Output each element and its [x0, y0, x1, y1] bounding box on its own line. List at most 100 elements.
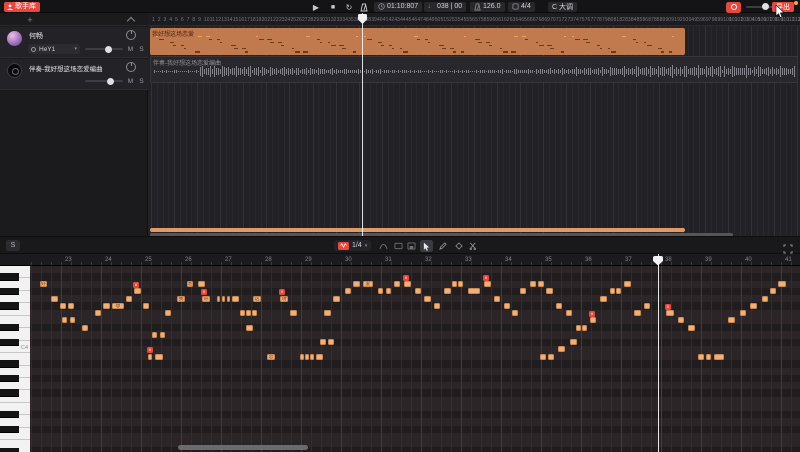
- audio-clip[interactable]: 伴奏-我好想这场恋爱编曲: [150, 56, 798, 83]
- midi-note[interactable]: 这: [253, 296, 261, 302]
- midi-note[interactable]: [600, 296, 607, 302]
- midi-note[interactable]: [548, 354, 554, 360]
- midi-note[interactable]: [227, 296, 230, 302]
- stop-button[interactable]: ■: [328, 2, 338, 12]
- solo-button[interactable]: S: [137, 76, 146, 86]
- pitch-pin-marker[interactable]: ∨: [483, 275, 489, 281]
- midi-note[interactable]: [246, 310, 251, 316]
- collapse-panel-button[interactable]: [128, 17, 135, 22]
- midi-note[interactable]: [160, 332, 165, 338]
- midi-note[interactable]: [558, 346, 565, 352]
- arrange-ruler[interactable]: 1234567891011121314151617181920212223242…: [148, 13, 800, 26]
- pitch-pin-marker[interactable]: ∨: [589, 311, 595, 317]
- midi-note[interactable]: [305, 354, 309, 360]
- time-display[interactable]: 01:10:807: [374, 2, 422, 12]
- piano-key-black[interactable]: [0, 426, 19, 433]
- midi-note[interactable]: [556, 303, 562, 309]
- midi-note[interactable]: 爱: [363, 281, 373, 287]
- midi-note[interactable]: [155, 354, 163, 360]
- midi-note[interactable]: [310, 354, 314, 360]
- midi-note[interactable]: [714, 354, 724, 360]
- arrange-area[interactable]: 1234567891011121314151617181920212223242…: [148, 13, 800, 236]
- midi-note[interactable]: [324, 310, 331, 316]
- midi-note[interactable]: [566, 310, 572, 316]
- midi-note[interactable]: [452, 281, 457, 287]
- expand-editor-button[interactable]: [783, 241, 794, 251]
- pencil-tool-button[interactable]: [436, 240, 449, 252]
- scissors-tool-button[interactable]: [466, 240, 479, 252]
- midi-note[interactable]: [51, 296, 58, 302]
- pointer-tool-button[interactable]: [420, 240, 433, 252]
- midi-note[interactable]: [328, 339, 334, 345]
- midi-note[interactable]: [444, 288, 451, 294]
- pianoroll-h-scrollbar[interactable]: [178, 445, 308, 450]
- midi-note[interactable]: [540, 354, 546, 360]
- solo-button[interactable]: S: [137, 44, 146, 54]
- midi-note[interactable]: [582, 325, 587, 331]
- midi-note[interactable]: [95, 310, 101, 316]
- midi-note[interactable]: 好: [202, 296, 210, 302]
- midi-note[interactable]: [198, 281, 205, 287]
- midi-note[interactable]: [698, 354, 704, 360]
- metronome-button[interactable]: [359, 2, 369, 12]
- track-row-vocal[interactable]: 何畅 HeY1 ▾ M S: [0, 27, 148, 58]
- midi-note[interactable]: [240, 310, 245, 316]
- singer-avatar[interactable]: [7, 31, 22, 46]
- midi-note[interactable]: [316, 354, 323, 360]
- midi-note[interactable]: [610, 288, 615, 294]
- time-signature-display[interactable]: 4/4: [508, 2, 535, 12]
- midi-note[interactable]: [404, 281, 411, 287]
- midi-note[interactable]: [538, 281, 544, 287]
- midi-note[interactable]: [570, 339, 577, 345]
- track-volume-slider[interactable]: [85, 48, 123, 50]
- midi-note[interactable]: [468, 288, 480, 294]
- midi-note[interactable]: [300, 354, 304, 360]
- midi-note[interactable]: [770, 288, 776, 294]
- piano-key-black[interactable]: [0, 411, 19, 418]
- track-volume-thumb[interactable]: [105, 46, 112, 53]
- piano-key-black[interactable]: [0, 360, 19, 367]
- midi-note[interactable]: [217, 296, 220, 302]
- pianoroll[interactable]: 23242526272829303132333435363738394041 C…: [0, 254, 800, 452]
- midi-note[interactable]: [62, 317, 67, 323]
- midi-note[interactable]: [126, 296, 132, 302]
- midi-note[interactable]: 场: [280, 296, 288, 302]
- midi-note[interactable]: [484, 281, 491, 287]
- midi-note[interactable]: [378, 288, 383, 294]
- tempo-display[interactable]: 126.0: [470, 2, 505, 12]
- record-button[interactable]: [726, 2, 741, 13]
- midi-note[interactable]: [666, 310, 674, 316]
- pianoroll-solo-button[interactable]: S: [6, 240, 20, 251]
- midi-note[interactable]: [706, 354, 711, 360]
- midi-note[interactable]: 我: [177, 296, 185, 302]
- track-row-accompaniment[interactable]: 伴奏-我好想这场恋爱编曲 M S: [0, 59, 148, 90]
- vocal-midi-clip[interactable]: 我好想这场恋爱: [150, 28, 685, 55]
- midi-note[interactable]: [728, 317, 735, 323]
- piano-key-black[interactable]: [0, 448, 19, 452]
- midi-note[interactable]: [353, 281, 360, 287]
- midi-note[interactable]: [143, 303, 149, 309]
- midi-note[interactable]: [415, 288, 421, 294]
- midi-note[interactable]: [386, 288, 391, 294]
- midi-note[interactable]: [82, 325, 88, 331]
- midi-note[interactable]: [333, 296, 340, 302]
- midi-note[interactable]: [252, 310, 257, 316]
- midi-note[interactable]: [165, 310, 171, 316]
- midi-note[interactable]: [678, 317, 684, 323]
- save-button[interactable]: [406, 241, 417, 251]
- midi-note[interactable]: [152, 332, 157, 338]
- midi-note[interactable]: [740, 310, 746, 316]
- midi-note[interactable]: [624, 281, 631, 287]
- loop-region-bar[interactable]: [150, 228, 685, 232]
- midi-note[interactable]: [546, 288, 553, 294]
- snap-setting-dropdown[interactable]: 1/4 ▾: [334, 240, 371, 251]
- midi-note[interactable]: [504, 303, 510, 309]
- bar-beat-display[interactable]: ♩ 038 | 00: [424, 2, 466, 12]
- pitch-pin-marker[interactable]: ∨: [133, 282, 139, 288]
- midi-note[interactable]: [103, 303, 110, 309]
- pitch-pin-marker[interactable]: ∨: [403, 275, 409, 281]
- midi-note[interactable]: [232, 296, 239, 302]
- midi-note[interactable]: [434, 303, 440, 309]
- mute-button[interactable]: M: [126, 44, 135, 54]
- midi-note[interactable]: [68, 303, 74, 309]
